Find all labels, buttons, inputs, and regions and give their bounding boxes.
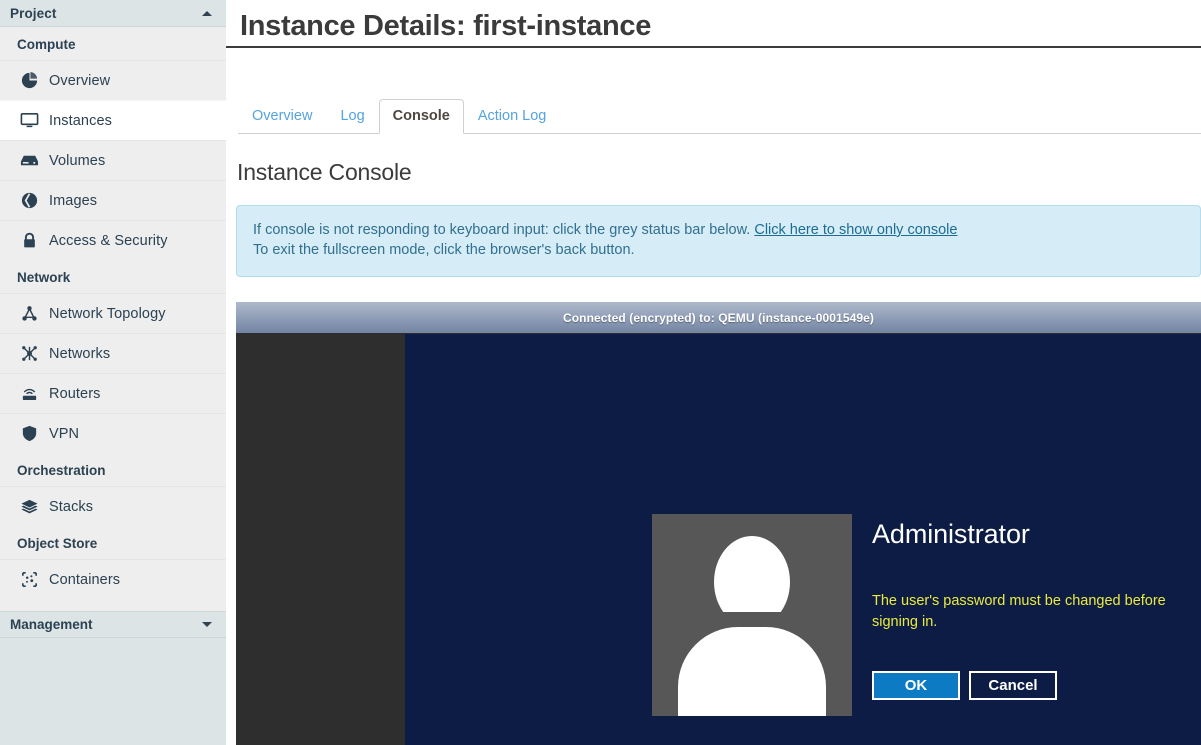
alert-line-1: If console is not responding to keyboard… [253,220,1184,240]
router-icon [20,384,46,404]
windows-login-dialog: Administrator The user's password must b… [652,514,1172,716]
sidebar-item-network-topology[interactable]: Network Topology [0,293,226,333]
sidebar-item-access-security-label: Access & Security [46,233,168,249]
vnc-status-text: Connected (encrypted) to: QEMU (instance… [563,311,874,325]
sidebar-item-images-label: Images [46,193,97,209]
sidebar-item-networks-label: Networks [46,346,110,362]
layers-icon [20,497,46,517]
sidebar-group-management-label: Management [10,617,202,632]
tab-action-log[interactable]: Action Log [464,99,561,134]
sidebar-section-network-label: Network [0,260,226,293]
avatar-body [678,627,826,716]
monitor-icon [20,111,46,131]
sidebar-item-volumes-label: Volumes [46,153,105,169]
sidebar-item-containers[interactable]: Containers [0,559,226,599]
chevron-up-icon[interactable] [202,11,212,16]
vnc-left-panel [236,334,405,745]
alert-line-1-text: If console is not responding to keyboard… [253,222,754,238]
sidebar-group-project-label: Project [10,6,202,21]
sidebar-item-stacks[interactable]: Stacks [0,486,226,526]
sidebar-group-project[interactable]: Project [0,0,226,27]
disc-icon [20,191,46,211]
sidebar-item-overview[interactable]: Overview [0,60,226,100]
tab-log[interactable]: Log [326,99,378,134]
network-hub-icon [20,344,46,364]
alert-line-2: To exit the fullscreen mode, click the b… [253,240,1184,260]
page-header: Instance Details: first-instance [226,0,1201,48]
container-icon [20,570,46,590]
sidebar-item-network-topology-label: Network Topology [46,306,166,322]
login-details: Administrator The user's password must b… [852,514,1172,700]
app-root: Project Compute Overview Instances [0,0,1201,745]
page-title: Instance Details: first-instance [240,6,1201,46]
sidebar-filler [0,638,226,745]
main-content: Instance Details: first-instance Overvie… [226,0,1201,745]
ok-button[interactable]: OK [872,671,960,700]
sidebar-section-object-store-label: Object Store [0,526,226,559]
chevron-down-icon[interactable] [202,622,212,627]
login-user-name: Administrator [872,518,1172,550]
vnc-console: Connected (encrypted) to: QEMU (instance… [236,302,1201,745]
sidebar-item-images[interactable]: Images [0,180,226,220]
tab-overview[interactable]: Overview [238,99,326,134]
sidebar-item-vpn[interactable]: VPN [0,413,226,453]
sidebar-item-networks[interactable]: Networks [0,333,226,373]
sidebar-item-containers-label: Containers [46,572,120,588]
console-info-alert: If console is not responding to keyboard… [236,205,1201,277]
section-title: Instance Console [236,134,1201,186]
vnc-desktop: Administrator The user's password must b… [405,334,1201,745]
pie-chart-icon [20,71,46,91]
drive-icon [20,151,46,171]
topology-icon [20,304,46,324]
vnc-status-bar[interactable]: Connected (encrypted) to: QEMU (instance… [236,302,1201,334]
sidebar-item-volumes[interactable]: Volumes [0,140,226,180]
show-only-console-link[interactable]: Click here to show only console [754,222,957,238]
sidebar-item-stacks-label: Stacks [46,499,93,515]
shield-icon [20,424,46,444]
sidebar-section-orchestration-label: Orchestration [0,453,226,486]
sidebar-nav-body: Compute Overview Instances Volumes [0,27,226,638]
cancel-button[interactable]: Cancel [969,671,1057,700]
sidebar-item-routers-label: Routers [46,386,100,402]
sidebar-item-instances[interactable]: Instances [0,100,226,140]
sidebar: Project Compute Overview Instances [0,0,226,745]
sidebar-group-management[interactable]: Management [0,611,226,638]
user-avatar-icon [652,514,852,716]
tab-console[interactable]: Console [379,99,464,134]
login-warning-message: The user's password must be changed befo… [872,591,1172,633]
sidebar-section-compute-label: Compute [0,27,226,60]
console-panel: Instance Console If console is not respo… [226,134,1201,745]
lock-icon [20,231,46,251]
sidebar-item-overview-label: Overview [46,73,110,89]
vnc-screen[interactable]: Administrator The user's password must b… [236,334,1201,745]
tab-bar: Overview Log Console Action Log [238,100,1201,134]
sidebar-item-routers[interactable]: Routers [0,373,226,413]
sidebar-item-instances-label: Instances [46,113,112,129]
login-button-row: OK Cancel [872,671,1172,700]
sidebar-item-vpn-label: VPN [46,426,79,442]
sidebar-item-access-security[interactable]: Access & Security [0,220,226,260]
